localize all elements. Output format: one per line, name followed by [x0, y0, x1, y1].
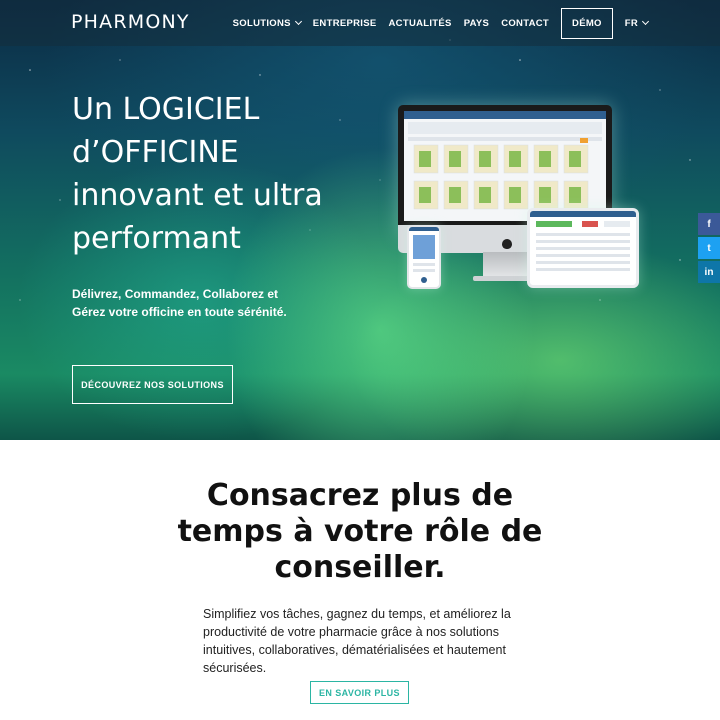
nav-item-label: ACTUALITÉS: [388, 17, 452, 29]
twitter-icon: t: [707, 242, 711, 254]
phone-screen-illustration: [409, 227, 439, 283]
monitor-stand: [483, 252, 527, 278]
social-share-bar: f t in: [698, 213, 720, 285]
tablet-screen-illustration: [530, 211, 636, 271]
section-description: Simplifiez vos tâches, gagnez du temps, …: [203, 607, 511, 675]
linkedin-icon: in: [704, 266, 714, 278]
demo-button[interactable]: DÉMO: [561, 7, 613, 39]
top-navigation: PHARMONY SOLUTIONS ENTREPRISE ACTUALITÉS…: [0, 0, 720, 46]
hero-title: Un LOGICIEL d’OFFICINE innovant et ultra…: [72, 92, 323, 256]
nav-item-actualites[interactable]: ACTUALITÉS: [389, 18, 452, 29]
chevron-down-icon: [294, 17, 302, 26]
nav-item-label: PAYS: [463, 17, 490, 29]
hero-subtitle: Délivrez, Commandez, Collaborez et Gérez…: [72, 287, 287, 319]
nav-item-label: CONTACT: [501, 17, 550, 29]
nav-item-contact[interactable]: CONTACT: [501, 18, 549, 29]
phone-image: [407, 225, 441, 289]
nav-item-solutions[interactable]: SOLUTIONS: [232, 17, 302, 29]
learn-more-button[interactable]: EN SAVOIR PLUS: [310, 681, 409, 704]
facebook-icon: f: [707, 218, 711, 230]
twitter-share-button[interactable]: t: [698, 237, 720, 259]
language-selector[interactable]: FR: [624, 17, 650, 29]
pharmony-logo[interactable]: PHARMONY: [71, 11, 190, 33]
devices-illustration: [395, 100, 645, 295]
nav-item-entreprise[interactable]: ENTREPRISE: [313, 18, 377, 29]
apple-logo-icon: [502, 239, 512, 249]
language-label: FR: [624, 17, 638, 29]
discover-solutions-button[interactable]: DÉCOUVREZ NOS SOLUTIONS: [72, 365, 233, 404]
chevron-down-icon: [641, 17, 650, 26]
section-title: Consacrez plus de temps à votre rôle de …: [177, 478, 543, 585]
monitor-screen: [404, 111, 606, 221]
linkedin-share-button[interactable]: in: [698, 261, 720, 283]
nav-item-label: SOLUTIONS: [232, 17, 291, 29]
software-screen-illustration: [404, 111, 606, 210]
nav-item-pays[interactable]: PAYS: [464, 18, 490, 29]
main-menu: SOLUTIONS ENTREPRISE ACTUALITÉS PAYS CON…: [233, 0, 720, 46]
hero-section: PHARMONY SOLUTIONS ENTREPRISE ACTUALITÉS…: [0, 0, 720, 440]
facebook-share-button[interactable]: f: [698, 213, 720, 235]
tablet-image: [527, 208, 639, 288]
nav-item-label: ENTREPRISE: [312, 17, 377, 29]
